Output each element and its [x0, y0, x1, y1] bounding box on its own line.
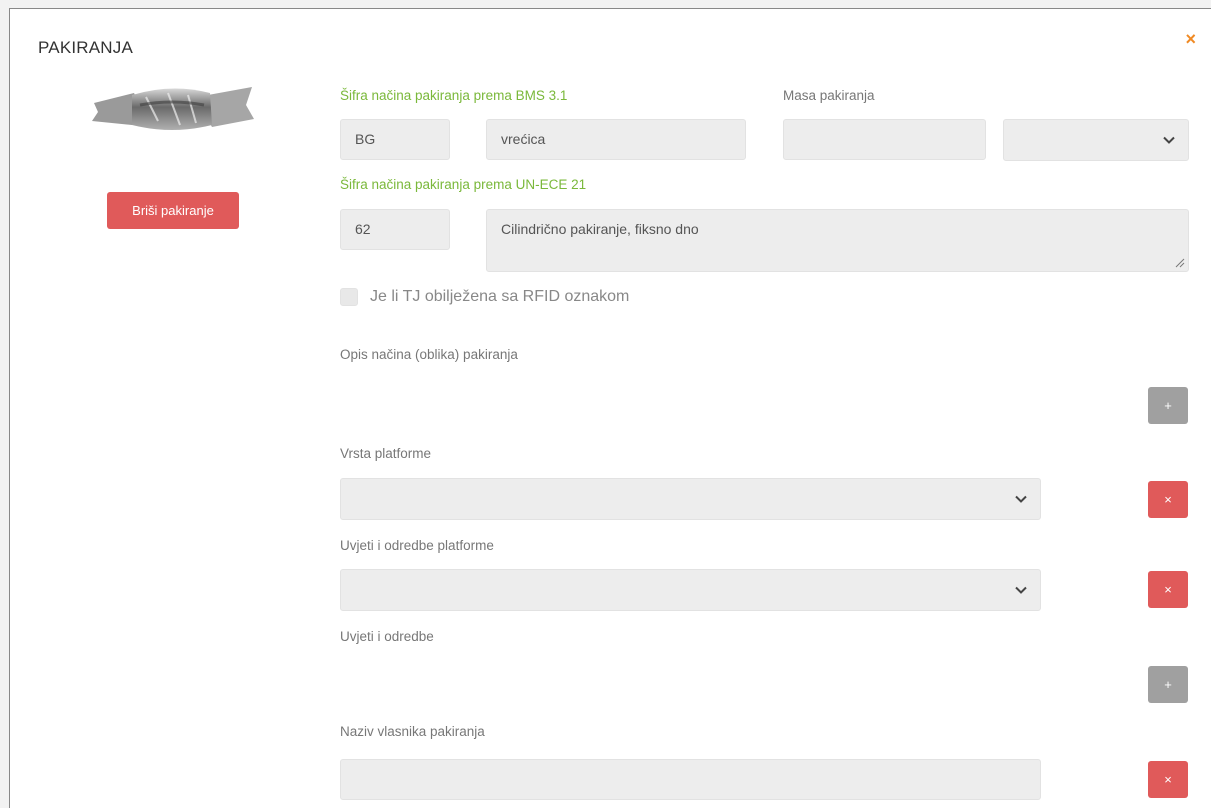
unece-code-field[interactable]: 62 — [340, 209, 450, 250]
add-terms-button[interactable]: + — [1148, 666, 1188, 703]
resize-grip-icon[interactable] — [1175, 258, 1185, 268]
packaging-description-label: Opis načina (oblika) pakiranja — [340, 347, 518, 362]
rfid-checkbox[interactable] — [340, 288, 358, 306]
mass-unit-select[interactable] — [1003, 119, 1189, 161]
bms-code-label: Šifra načina pakiranja prema BMS 3.1 — [340, 88, 568, 103]
platform-type-label: Vrsta platforme — [340, 446, 432, 461]
unece-description-textarea[interactable]: Cilindrično pakiranje, fiksno dno — [486, 209, 1189, 272]
delete-packaging-button[interactable]: Briši pakiranje — [107, 192, 239, 229]
platform-terms-select[interactable] — [340, 569, 1041, 611]
packaging-panel: PAKIRANJA × Briši pakiranje Šifra načina… — [9, 8, 1211, 808]
bms-code-field[interactable]: BG — [340, 119, 450, 160]
mass-value-field[interactable] — [783, 119, 986, 160]
owner-name-field[interactable] — [340, 759, 1041, 800]
platform-terms-label: Uvjeti i odredbe platforme — [340, 538, 494, 553]
chevron-down-icon — [1015, 495, 1027, 503]
close-icon[interactable]: × — [1185, 29, 1196, 50]
rfid-checkbox-label: Je li TJ obilježena sa RFID oznakom — [370, 288, 630, 305]
terms-label: Uvjeti i odredbe — [340, 629, 434, 644]
remove-platform-type-button[interactable]: × — [1148, 481, 1188, 518]
chevron-down-icon — [1163, 136, 1175, 144]
owner-name-label: Naziv vlasnika pakiranja — [340, 724, 485, 739]
panel-title: PAKIRANJA — [38, 38, 134, 57]
platform-type-select[interactable] — [340, 478, 1041, 520]
unece-description-text: Cilindrično pakiranje, fiksno dno — [501, 221, 699, 237]
remove-platform-terms-button[interactable]: × — [1148, 571, 1188, 608]
add-packaging-description-button[interactable]: + — [1148, 387, 1188, 424]
chevron-down-icon — [1015, 586, 1027, 594]
mass-label: Masa pakiranja — [783, 88, 875, 103]
remove-owner-button[interactable]: × — [1148, 761, 1188, 798]
bms-name-field[interactable]: vrećica — [486, 119, 746, 160]
rfid-checkbox-row[interactable]: Je li TJ obilježena sa RFID oznakom — [340, 288, 629, 306]
candy-wrapper-package-icon — [92, 87, 254, 130]
unece-code-label: Šifra načina pakiranja prema UN-ECE 21 — [340, 177, 587, 192]
